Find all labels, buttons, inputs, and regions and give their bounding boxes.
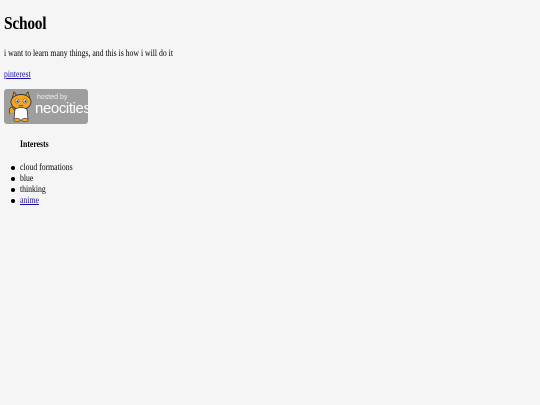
neocities-cat-icon	[6, 90, 36, 124]
anime-link[interactable]: anime	[20, 195, 39, 205]
list-item: cloud formations	[4, 162, 81, 173]
pinterest-link[interactable]: pinterest	[4, 69, 31, 79]
list-item: thinking	[4, 184, 81, 195]
list-item-label: cloud formations	[20, 162, 73, 172]
page-title: School	[4, 13, 47, 33]
neocities-badge[interactable]: hosted by neocities	[4, 89, 88, 124]
list-item-label: blue	[20, 173, 34, 183]
list-item: anime	[4, 195, 81, 206]
list-item-label: thinking	[20, 184, 46, 194]
interests-heading: Interests	[20, 139, 49, 149]
intro-text: i want to learn many things, and this is…	[4, 48, 173, 58]
badge-brand-text: neocities	[35, 100, 88, 117]
interests-list: cloud formations blue thinking anime	[4, 162, 81, 206]
list-item: blue	[4, 173, 81, 184]
